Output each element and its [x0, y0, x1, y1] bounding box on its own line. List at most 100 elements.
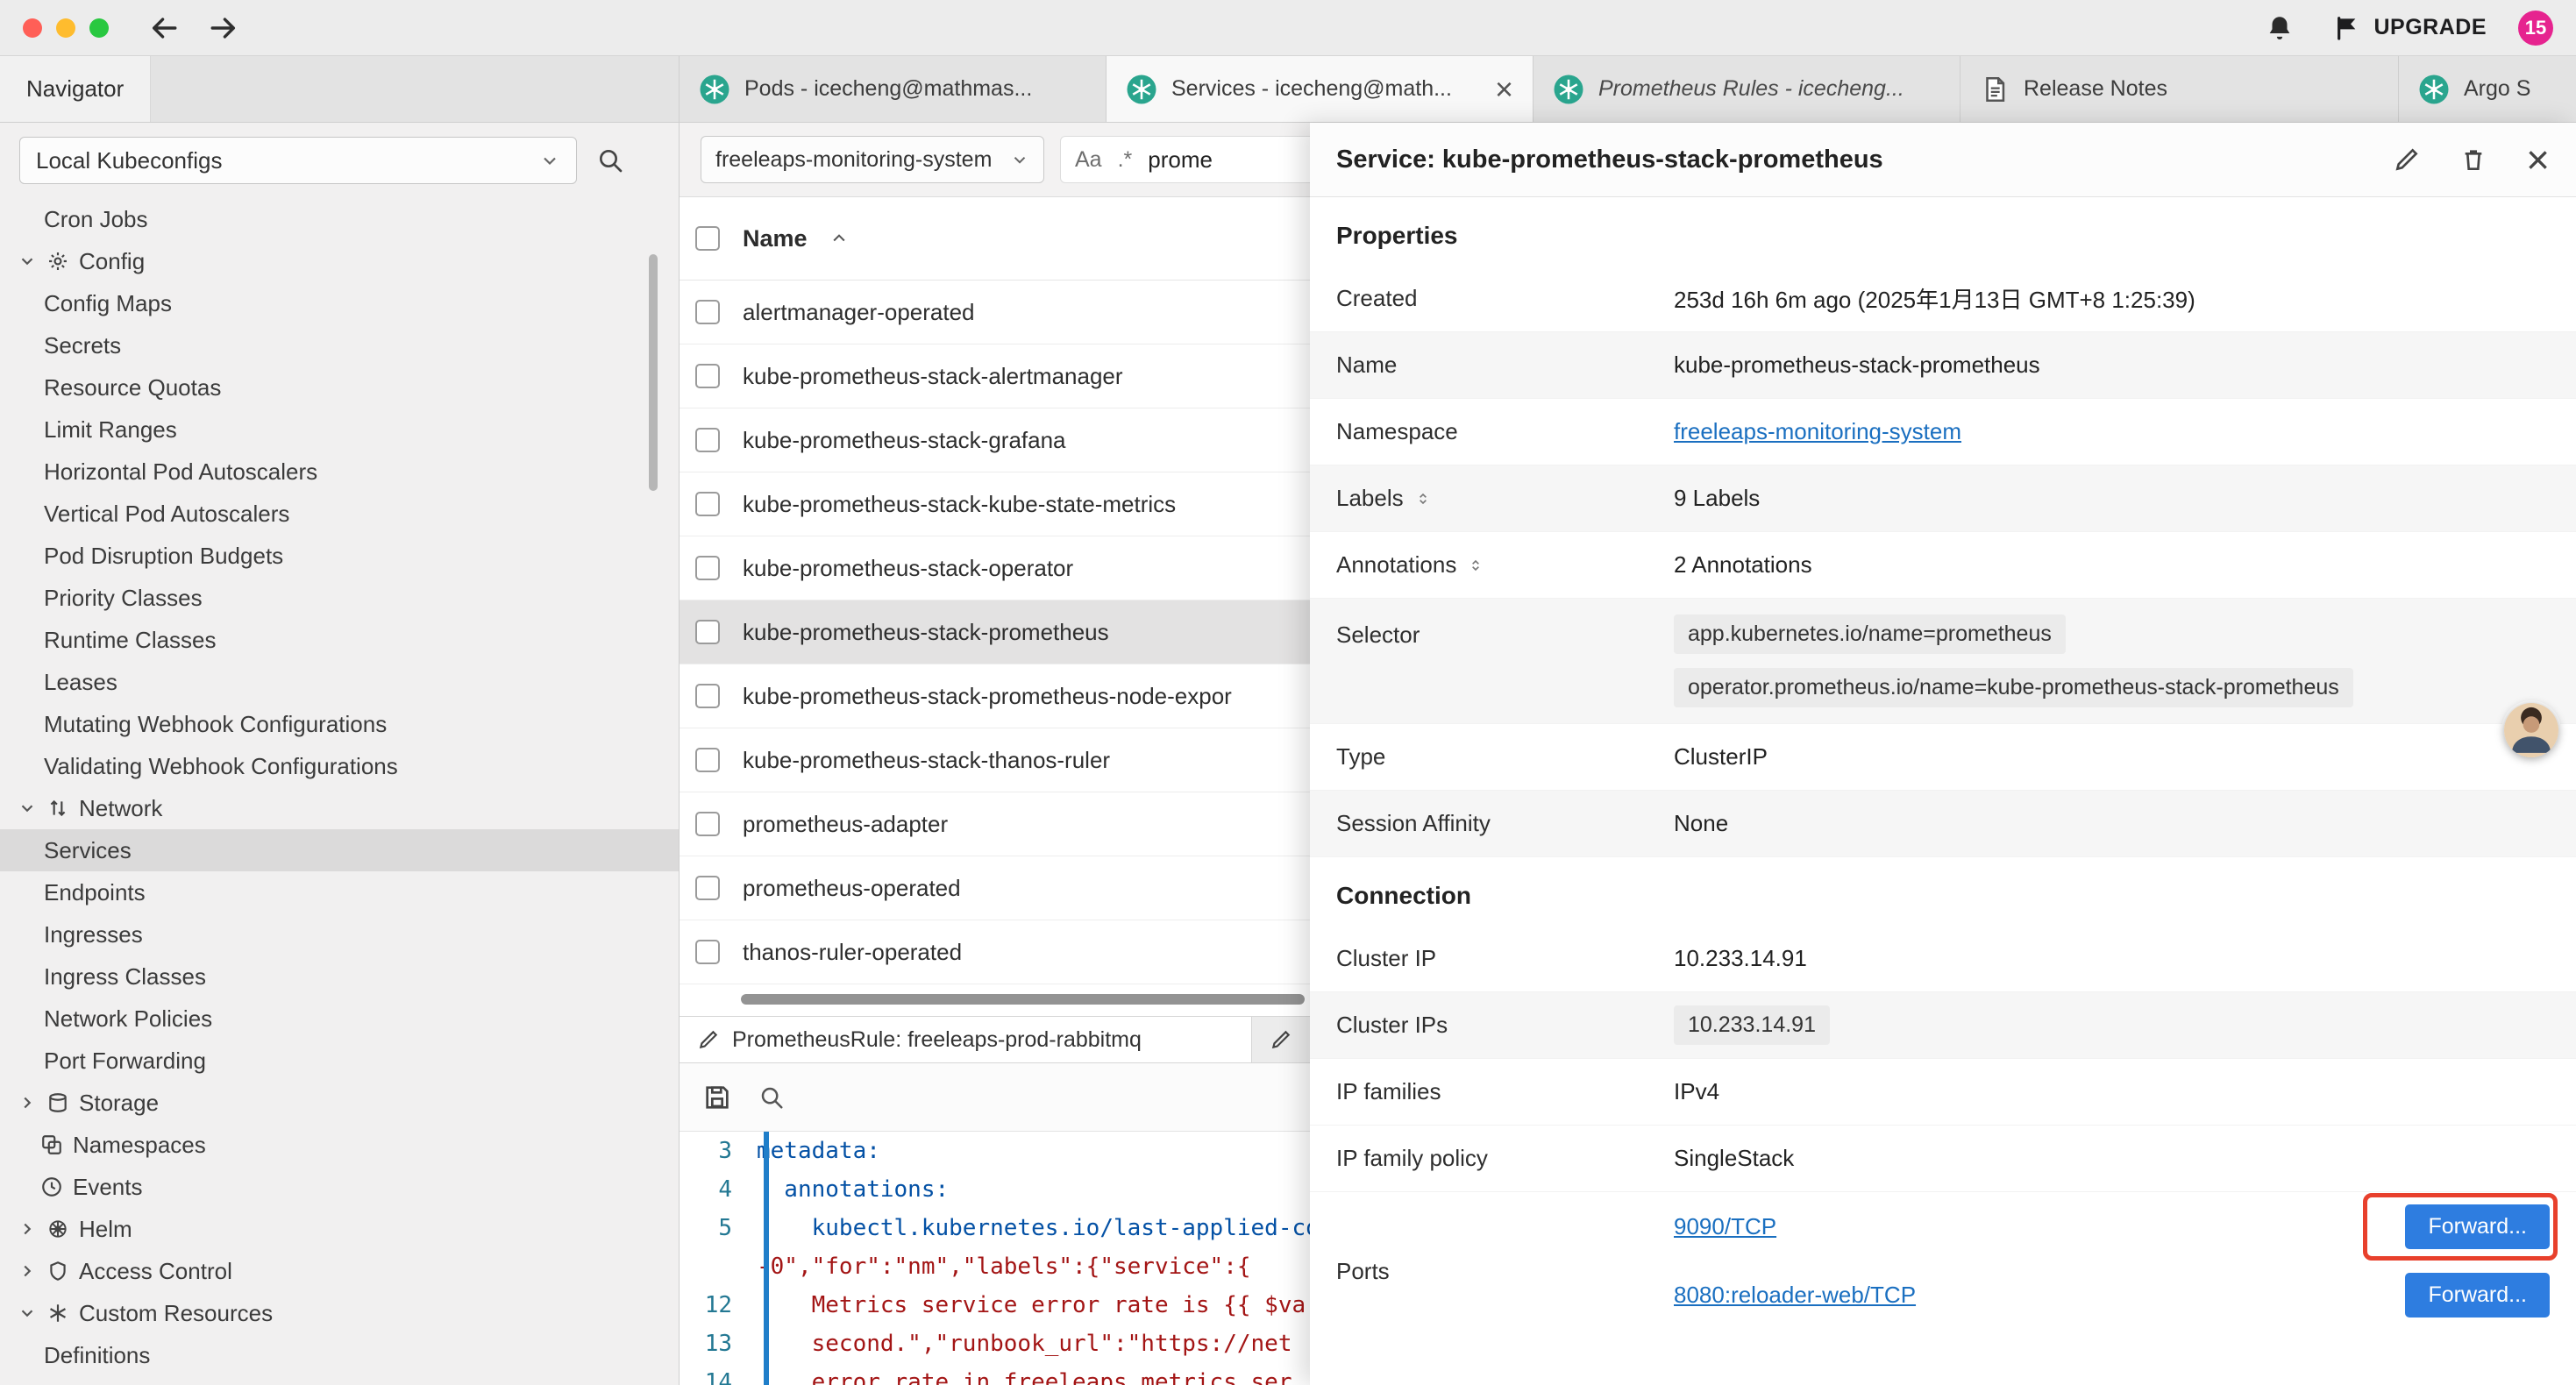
table-row[interactable]: prometheus-operated	[680, 856, 1310, 920]
row-checkbox[interactable]	[695, 428, 720, 452]
yaml-editor[interactable]: 3metadata: 4 annotations: 5 kubectl.kube…	[680, 1132, 1310, 1385]
table-row[interactable]: prometheus-adapter	[680, 792, 1310, 856]
name-column-header[interactable]: Name	[743, 225, 808, 252]
sidebar-item-network-policies[interactable]: Network Policies	[0, 998, 679, 1040]
navigator-label[interactable]: Navigator	[0, 56, 151, 122]
table-search-box[interactable]: Aa .*	[1060, 136, 1310, 183]
chevron-right-icon[interactable]	[18, 1219, 37, 1239]
notification-count-badge[interactable]: 15	[2518, 11, 2553, 46]
sidebar-item-runtime-classes[interactable]: Runtime Classes	[0, 619, 679, 661]
table-row[interactable]: thanos-ruler-operated	[680, 920, 1310, 984]
sidebar-item-horizontal-pod-autoscalers[interactable]: Horizontal Pod Autoscalers	[0, 451, 679, 493]
sidebar-item-vertical-pod-autoscalers[interactable]: Vertical Pod Autoscalers	[0, 493, 679, 535]
sidebar-item-pod-disruption-budgets[interactable]: Pod Disruption Budgets	[0, 535, 679, 577]
sidebar-scrollbar[interactable]	[649, 254, 658, 491]
notifications-bell-icon[interactable]	[2265, 13, 2295, 43]
close-icon[interactable]: ×	[2526, 139, 2550, 180]
forward-button[interactable]: Forward...	[2405, 1204, 2550, 1249]
sidebar-item-cron-jobs[interactable]: Cron Jobs	[0, 198, 679, 240]
dock-tab-prometheusrule[interactable]: PrometheusRule: freeleaps-prod-rabbitmq	[680, 1017, 1252, 1062]
chevron-right-icon[interactable]	[18, 1093, 37, 1112]
sidebar-item-limit-ranges[interactable]: Limit Ranges	[0, 408, 679, 451]
sidebar-item-leases[interactable]: Leases	[0, 661, 679, 703]
sidebar-group-network[interactable]: Network	[0, 787, 679, 829]
sidebar-item-config-maps[interactable]: Config Maps	[0, 282, 679, 324]
table-row[interactable]: alertmanager-operated	[680, 281, 1310, 344]
tab-argo[interactable]: Argo S	[2399, 56, 2576, 122]
sidebar-item-endpoints[interactable]: Endpoints	[0, 871, 679, 913]
sidebar-item-port-forwarding[interactable]: Port Forwarding	[0, 1040, 679, 1082]
expand-updown-icon[interactable]	[1414, 490, 1432, 508]
table-row-selected[interactable]: kube-prometheus-stack-prometheus	[680, 600, 1310, 664]
chevron-down-icon[interactable]	[18, 799, 37, 818]
row-checkbox[interactable]	[695, 364, 720, 388]
row-checkbox[interactable]	[695, 876, 720, 900]
window-zoom-button[interactable]	[89, 18, 109, 38]
sidebar-group-storage[interactable]: Storage	[0, 1082, 679, 1124]
sidebar-item-definitions[interactable]: Definitions	[0, 1334, 679, 1376]
save-button[interactable]	[702, 1083, 732, 1112]
row-checkbox[interactable]	[695, 492, 720, 516]
tab-release-notes[interactable]: Release Notes	[1960, 56, 2399, 122]
sidebar-group-helm[interactable]: Helm	[0, 1208, 679, 1250]
sidebar-item-priority-classes[interactable]: Priority Classes	[0, 577, 679, 619]
sidebar-item-namespaces[interactable]: Namespaces	[0, 1124, 679, 1166]
sidebar-group-access-control[interactable]: Access Control	[0, 1250, 679, 1292]
sidebar-item-mutating-webhook-configurations[interactable]: Mutating Webhook Configurations	[0, 703, 679, 745]
port-link-9090[interactable]: 9090/TCP	[1674, 1213, 1776, 1240]
window-minimize-button[interactable]	[56, 18, 75, 38]
editor-search-button[interactable]	[758, 1084, 785, 1111]
upgrade-button[interactable]: UPGRADE	[2333, 14, 2487, 42]
forward-button[interactable]: Forward...	[2405, 1273, 2550, 1318]
row-checkbox[interactable]	[695, 684, 720, 708]
select-all-checkbox[interactable]	[695, 226, 720, 251]
sidebar-item-services[interactable]: Services	[0, 829, 679, 871]
sidebar-item-validating-webhook-configurations[interactable]: Validating Webhook Configurations	[0, 745, 679, 787]
row-checkbox[interactable]	[695, 940, 720, 964]
sidebar-item-ingress-classes[interactable]: Ingress Classes	[0, 955, 679, 998]
edit-button[interactable]	[2393, 146, 2421, 174]
sort-asc-icon[interactable]	[830, 230, 848, 247]
sidebar-item-ingresses[interactable]: Ingresses	[0, 913, 679, 955]
table-row[interactable]: kube-prometheus-stack-thanos-ruler	[680, 728, 1310, 792]
sidebar-item-events[interactable]: Events	[0, 1166, 679, 1208]
search-input[interactable]	[1148, 146, 1310, 174]
row-checkbox[interactable]	[695, 300, 720, 324]
table-row[interactable]: kube-prometheus-stack-operator	[680, 536, 1310, 600]
delete-button[interactable]	[2459, 146, 2487, 174]
expand-updown-icon[interactable]	[1467, 557, 1484, 574]
back-button[interactable]	[149, 13, 179, 43]
sidebar-item-secrets[interactable]: Secrets	[0, 324, 679, 366]
horizontal-scrollbar[interactable]	[741, 994, 1305, 1005]
sidebar-item-resource-quotas[interactable]: Resource Quotas	[0, 366, 679, 408]
match-case-toggle[interactable]: Aa	[1075, 147, 1102, 173]
tab-services[interactable]: Services - icecheng@math... ×	[1107, 56, 1534, 122]
chevron-right-icon[interactable]	[18, 1261, 37, 1281]
kubeconfig-selector[interactable]: Local Kubeconfigs	[19, 137, 577, 184]
forward-button[interactable]	[209, 13, 238, 43]
port-link-8080-reloader-web[interactable]: 8080:reloader-web/TCP	[1674, 1282, 1916, 1309]
close-icon[interactable]: ×	[1495, 74, 1513, 105]
sidebar-search-icon[interactable]	[596, 146, 624, 174]
table-row[interactable]: kube-prometheus-stack-grafana	[680, 408, 1310, 472]
sidebar-group-config[interactable]: Config	[0, 240, 679, 282]
row-checkbox[interactable]	[695, 620, 720, 644]
tab-pods[interactable]: Pods - icecheng@mathmas...	[680, 56, 1107, 122]
chevron-down-icon[interactable]	[18, 252, 37, 271]
regex-toggle[interactable]: .*	[1118, 147, 1133, 173]
row-checkbox[interactable]	[695, 812, 720, 836]
chevron-down-icon[interactable]	[18, 1303, 37, 1323]
row-checkbox[interactable]	[695, 748, 720, 772]
sidebar-group-custom-resources[interactable]: Custom Resources	[0, 1292, 679, 1334]
namespace-filter-dropdown[interactable]: freeleaps-monitoring-system	[701, 136, 1044, 183]
row-checkbox[interactable]	[695, 556, 720, 580]
dock-tab-partial[interactable]	[1252, 1017, 1310, 1062]
tab-prometheus-rules[interactable]: Prometheus Rules - icecheng...	[1534, 56, 1960, 122]
table-row[interactable]: kube-prometheus-stack-kube-state-metrics	[680, 472, 1310, 536]
avatar[interactable]	[2504, 703, 2558, 757]
table-row[interactable]: kube-prometheus-stack-alertmanager	[680, 344, 1310, 408]
editor-line: 4 annotations:	[680, 1170, 1310, 1209]
window-close-button[interactable]	[23, 18, 42, 38]
namespace-link[interactable]: freeleaps-monitoring-system	[1674, 418, 1961, 445]
table-row[interactable]: kube-prometheus-stack-prometheus-node-ex…	[680, 664, 1310, 728]
